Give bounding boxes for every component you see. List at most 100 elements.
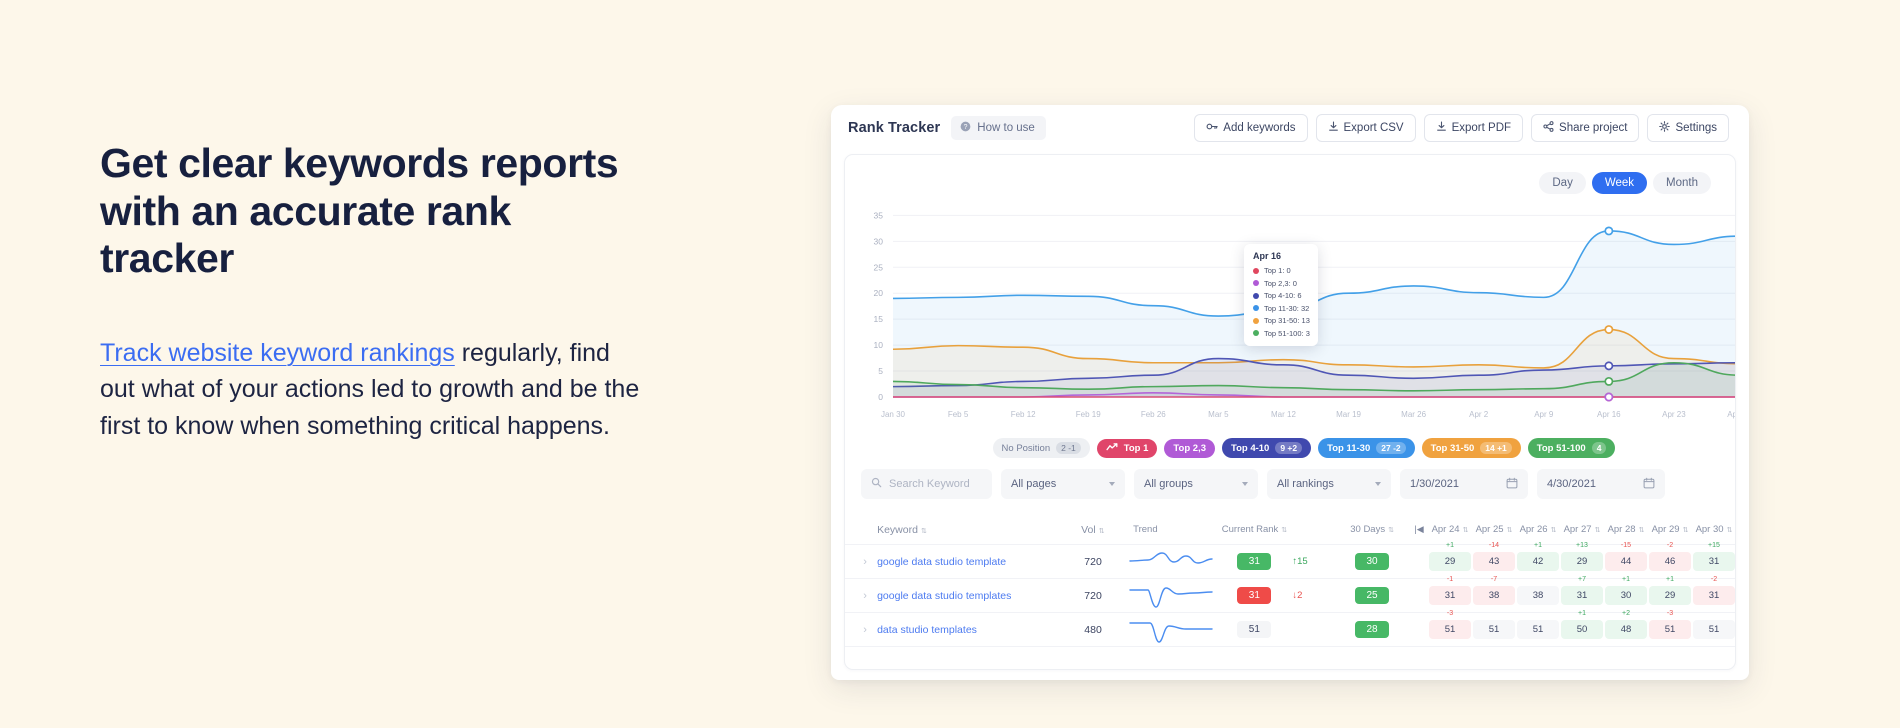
header-day[interactable]: Apr 27 (1561, 524, 1603, 535)
svg-text:Apr 9: Apr 9 (1534, 410, 1554, 419)
period-week[interactable]: Week (1591, 172, 1648, 194)
tooltip-row: Top 11-30: 32 (1253, 304, 1310, 313)
rankings-select[interactable]: All rankings (1267, 469, 1391, 499)
expand-row-icon[interactable]: › (853, 590, 877, 602)
period-toggle: Day Week Month (1539, 172, 1711, 194)
thirty-days-cell: 28 (1333, 621, 1411, 638)
rank-pill[interactable]: Top 4-10 9 +2 (1221, 438, 1312, 458)
day-value: 51 (1664, 624, 1676, 635)
header-day[interactable]: Apr 28 (1605, 524, 1647, 535)
rank-pill[interactable]: Top 11-30 27 -2 (1318, 438, 1415, 458)
how-to-use-button[interactable]: ? How to use (951, 116, 1046, 140)
tooltip-series-label: Top 1: 0 (1264, 266, 1291, 275)
prev-dates-button[interactable]: |◀ (1411, 524, 1427, 535)
app-header: Rank Tracker ? How to use Add keywords E… (831, 105, 1749, 151)
day-delta: +2 (1621, 610, 1630, 617)
rank-pill[interactable]: Top 1 (1096, 438, 1158, 458)
thirty-days-badge: 28 (1355, 621, 1390, 638)
tooltip-row: Top 1: 0 (1253, 266, 1310, 275)
day-cell: -3 51 (1428, 610, 1471, 639)
day-cell: +1 29 (1648, 576, 1691, 605)
expand-row-icon[interactable]: › (853, 624, 877, 636)
day-delta: +7 (1577, 576, 1586, 583)
header-day[interactable]: Apr 25 (1473, 524, 1515, 535)
rank-pill[interactable]: No Position 2 -1 (992, 438, 1090, 458)
export-pdf-button[interactable]: Export PDF (1423, 114, 1524, 142)
header-current-rank[interactable]: Current Rank (1217, 524, 1293, 535)
table-row[interactable]: › google data studio template 720 31 ↑15 30 +1… (845, 542, 1735, 579)
header-day[interactable]: Apr 24 (1429, 524, 1471, 535)
search-input[interactable]: Search Keyword (861, 469, 992, 499)
day-delta: -1 (1446, 576, 1454, 583)
thirty-days-badge: 25 (1355, 587, 1390, 604)
groups-select-value: All groups (1144, 478, 1193, 490)
legend-color-dot (1253, 305, 1259, 311)
add-keywords-button[interactable]: Add keywords (1194, 114, 1308, 142)
header-30-days[interactable]: 30 Days (1333, 524, 1411, 535)
tooltip-rows: Top 1: 0 Top 2,3: 0 Top 4-10: 6 Top 11-30: … (1253, 266, 1310, 338)
period-month[interactable]: Month (1653, 172, 1711, 194)
day-value: 46 (1664, 556, 1676, 567)
day-cell: +1 50 (1560, 610, 1603, 639)
keyword-rankings-link[interactable]: Track website keyword rankings (100, 339, 455, 367)
rank-pill-count: 9 +2 (1275, 442, 1303, 454)
svg-text:Apr 23: Apr 23 (1662, 410, 1686, 419)
table-row[interactable]: › google data studio templates 720 31 ↓2 25 -1… (845, 576, 1735, 613)
svg-text:Feb 5: Feb 5 (948, 410, 969, 419)
day-cell: 51 (1516, 620, 1559, 639)
groups-select[interactable]: All groups (1134, 469, 1258, 499)
page-title: Get clear keywords reports with an accur… (100, 140, 619, 282)
svg-text:Apr 2: Apr 2 (1469, 410, 1489, 419)
day-cell: -3 51 (1648, 610, 1691, 639)
legend-color-dot (1253, 280, 1259, 286)
rank-pill[interactable]: Top 31-50 14 +1 (1421, 438, 1521, 458)
table-row[interactable]: › data studio templates 480 51 28 -3 51 51 51 +1 5… (845, 610, 1735, 647)
day-delta: -2 (1666, 542, 1674, 549)
trend-sparkline (1127, 581, 1216, 611)
share-project-button[interactable]: Share project (1531, 114, 1640, 142)
day-cell: -15 44 (1604, 542, 1647, 571)
header-day[interactable]: Apr 29 (1649, 524, 1691, 535)
svg-text:Jan 30: Jan 30 (881, 410, 906, 419)
date-to-input[interactable]: 4/30/2021 (1537, 469, 1665, 499)
keyword-link[interactable]: google data studio templates (877, 590, 1059, 602)
settings-button[interactable]: Settings (1647, 114, 1729, 142)
day-value: 42 (1532, 556, 1544, 567)
rank-pill-label: No Position (1001, 442, 1051, 454)
pages-select[interactable]: All pages (1001, 469, 1125, 499)
keyword-link[interactable]: google data studio template (877, 556, 1059, 568)
day-delta: +1 (1621, 576, 1630, 583)
expand-row-icon[interactable]: › (853, 556, 877, 568)
svg-text:15: 15 (874, 314, 884, 324)
svg-text:Mar 12: Mar 12 (1271, 410, 1296, 419)
svg-text:Feb 26: Feb 26 (1141, 410, 1166, 419)
rank-pill[interactable]: Top 2,3 (1164, 438, 1215, 458)
day-cell: 51 (1472, 620, 1515, 639)
toolbar-actions: Add keywords Export CSV Export PDF Share… (1194, 114, 1729, 142)
day-value: 43 (1488, 556, 1500, 567)
chevron-down-icon (1375, 482, 1381, 486)
export-csv-button[interactable]: Export CSV (1315, 114, 1416, 142)
header-day[interactable]: Apr 30 (1693, 524, 1735, 535)
table-body: › google data studio template 720 31 ↑15 30 +1… (845, 542, 1735, 647)
period-day[interactable]: Day (1539, 172, 1586, 194)
svg-text:?: ? (964, 124, 968, 131)
tooltip-row: Top 51-100: 3 (1253, 329, 1310, 338)
header-keyword[interactable]: Keyword (877, 524, 1059, 536)
day-delta: -7 (1490, 576, 1498, 583)
rank-pill[interactable]: Top 51-100 4 (1527, 438, 1616, 458)
day-cell: +1 30 (1604, 576, 1647, 605)
day-cell: -14 43 (1472, 542, 1515, 571)
download-icon (1328, 121, 1339, 135)
day-value: 31 (1708, 556, 1720, 567)
header-day[interactable]: Apr 26 (1517, 524, 1559, 535)
header-vol[interactable]: Vol (1059, 524, 1128, 536)
calendar-icon (1643, 477, 1655, 492)
date-from-input[interactable]: 1/30/2021 (1400, 469, 1528, 499)
rank-pill-count: 14 +1 (1480, 442, 1512, 454)
day-value: 31 (1708, 590, 1720, 601)
export-pdf-label: Export PDF (1451, 122, 1512, 134)
keyword-link[interactable]: data studio templates (877, 624, 1059, 636)
keywords-table: Keyword Vol Trend Current Rank 30 Days |… (845, 515, 1735, 647)
search-placeholder: Search Keyword (889, 478, 970, 490)
